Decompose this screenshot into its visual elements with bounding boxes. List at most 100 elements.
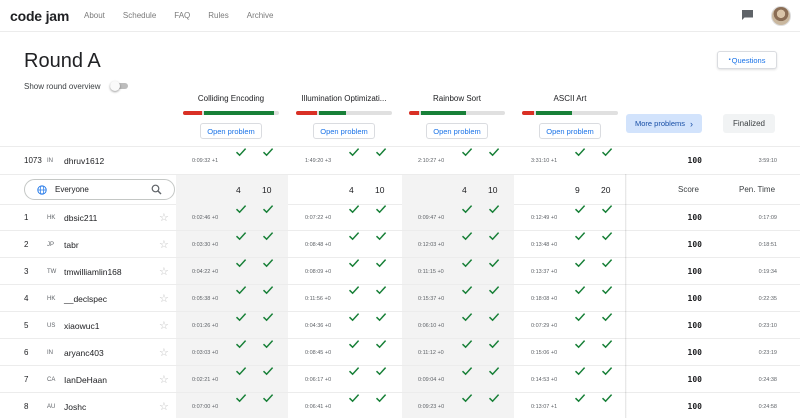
check-icon [601,147,613,157]
check-icon [262,393,274,403]
check-icon [375,147,387,157]
code-jam-logo[interactable]: code jam [10,8,69,24]
check-icon [601,393,613,403]
check-icon [488,231,500,241]
check-icon [262,285,274,295]
solve-time: 0:14:53 +0 [531,376,558,383]
country-code: TW [47,268,57,275]
score: 100 [687,321,702,330]
chat-icon[interactable] [741,9,754,21]
penalty-header[interactable]: Pen. Time [739,175,775,204]
solve-time: 0:02:46 +0 [192,214,219,221]
star-icon[interactable]: ☆ [159,204,169,231]
check-icon [235,393,247,403]
avatar[interactable] [771,6,791,26]
star-icon[interactable]: ☆ [159,312,169,339]
solve-time: 0:07:22 +0 [305,214,332,221]
check-icon [262,258,274,268]
check-icon [488,393,500,403]
nav-archive[interactable]: Archive [247,11,274,20]
username[interactable]: IanDeHaan [64,366,107,393]
solve-time: 0:15:37 +0 [418,295,445,302]
star-icon[interactable]: ☆ [159,339,169,366]
search-icon[interactable] [151,184,162,195]
star-icon[interactable]: ☆ [159,285,169,312]
check-icon [574,393,586,403]
check-icon [488,312,500,322]
check-icon [348,339,360,349]
more-problems-button[interactable]: More problems › [626,114,702,133]
globe-icon [37,185,47,195]
solve-time: 2:10:27 +0 [418,157,445,164]
nav-about[interactable]: About [84,11,105,20]
solve-time: 0:06:17 +0 [305,376,332,383]
username[interactable]: dbsic211 [64,204,97,231]
score-header[interactable]: Score [678,175,699,204]
open-problem-button[interactable]: Open problem [313,123,375,139]
check-icon [375,366,387,376]
open-problem-button[interactable]: Open problem [426,123,488,139]
penalty-time: 0:17:09 [758,214,777,221]
more-problems-label: More problems [634,119,686,128]
solve-time: 0:13:48 +0 [531,241,558,248]
solved-count: 4 [349,184,354,195]
questions-label: Questions [731,55,766,65]
round-overview-toggle[interactable] [110,81,128,91]
scope-search-input[interactable]: Everyone [24,179,175,200]
table-row: 3 TW tmwilliamlin168 ☆ 0:04:22 +0 0:08:09 +0 0… [0,258,800,285]
penalty-time: 0:23:10 [758,322,777,329]
bar-correct-segment [536,111,572,115]
problem-name: Illumination Optimizati... [301,94,387,103]
nav-rules[interactable]: Rules [208,11,228,20]
check-icon [262,147,274,157]
solve-time: 0:11:12 +0 [418,349,444,356]
star-icon[interactable]: ☆ [159,366,169,393]
score: 100 [687,402,702,411]
check-icon [574,285,586,295]
username[interactable]: aryanc403 [64,339,104,366]
solve-time: 0:11:15 +0 [418,268,444,275]
table-row: 1 HK dbsic211 ☆ 0:02:46 +0 0:07:22 +0 0:09:47 … [0,204,800,231]
open-problem-button[interactable]: Open problem [200,123,262,139]
check-icon [262,366,274,376]
attempt-count: 10 [262,184,272,195]
check-icon [488,258,500,268]
star-icon[interactable]: ☆ [159,258,169,285]
question-chat-icon: ▪ [728,57,731,63]
check-icon [461,231,473,241]
solve-rate-bar [183,111,279,115]
open-problem-button[interactable]: Open problem [539,123,601,139]
questions-button[interactable]: ▪ Questions [717,51,777,69]
check-icon [375,258,387,268]
bar-correct-segment [319,111,346,115]
problem-name: Rainbow Sort [432,94,482,103]
star-icon[interactable]: ☆ [159,393,169,418]
star-icon[interactable]: ☆ [159,231,169,258]
check-icon [461,285,473,295]
check-icon [375,393,387,403]
score: 100 [687,294,702,303]
nav-schedule[interactable]: Schedule [123,11,156,20]
username[interactable]: __declspec [64,285,107,312]
check-icon [348,204,360,214]
rank: 5 [24,321,29,330]
solve-time: 0:08:45 +0 [305,349,332,356]
username[interactable]: dhruv1612 [64,147,104,174]
check-icon [601,285,613,295]
username[interactable]: tabr [64,231,79,258]
check-icon [262,231,274,241]
username[interactable]: tmwilliamlin168 [64,258,122,285]
bar-wrong-segment [296,111,318,115]
check-icon [574,339,586,349]
username[interactable]: xiaowuc1 [64,312,99,339]
chevron-right-icon: › [690,118,694,129]
nav-faq[interactable]: FAQ [174,11,190,20]
table-row: 5 US xiaowuc1 ☆ 0:01:26 +0 0:04:36 +0 0:06:10 … [0,312,800,339]
country-code: JP [47,241,55,248]
check-icon [235,147,247,157]
bar-correct-segment [204,111,275,115]
check-icon [601,339,613,349]
username[interactable]: Joshc [64,393,86,418]
solve-rate-bar [409,111,505,115]
check-icon [262,204,274,214]
